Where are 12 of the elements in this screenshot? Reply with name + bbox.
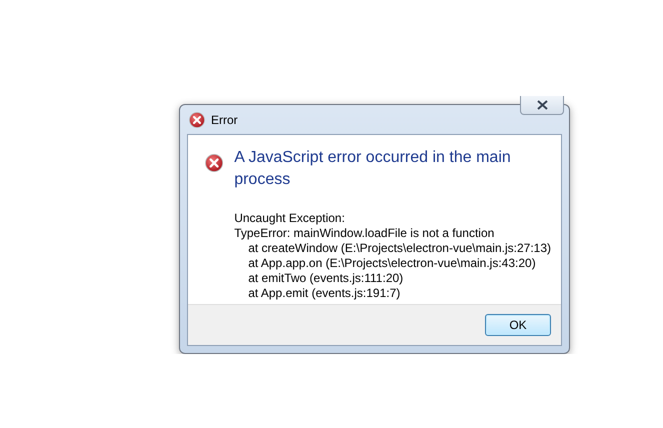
stack-trace-line: at emitTwo (events.js:111:20) bbox=[247, 271, 404, 286]
error-icon bbox=[189, 112, 205, 128]
window-title: Error bbox=[211, 112, 239, 126]
error-message: Uncaught Exception: bbox=[234, 211, 346, 226]
error-message: TypeError: mainWindow.loadFile is not a function bbox=[234, 226, 496, 241]
close-icon bbox=[536, 100, 548, 110]
stack-trace-line: at App.emit (events.js:191:7) bbox=[247, 286, 402, 301]
stack-trace-line: at App.app.on (E:\Projects\electron-vue\main.js:43:20) bbox=[247, 256, 537, 271]
stack-trace-line: at createWindow (E:\Projects\electron-vue\main.js:27:13) bbox=[247, 241, 551, 256]
error-heading: A JavaScript error occurred in the main process bbox=[234, 148, 512, 190]
ok-button[interactable]: OK bbox=[485, 314, 551, 336]
close-button[interactable] bbox=[520, 96, 564, 115]
